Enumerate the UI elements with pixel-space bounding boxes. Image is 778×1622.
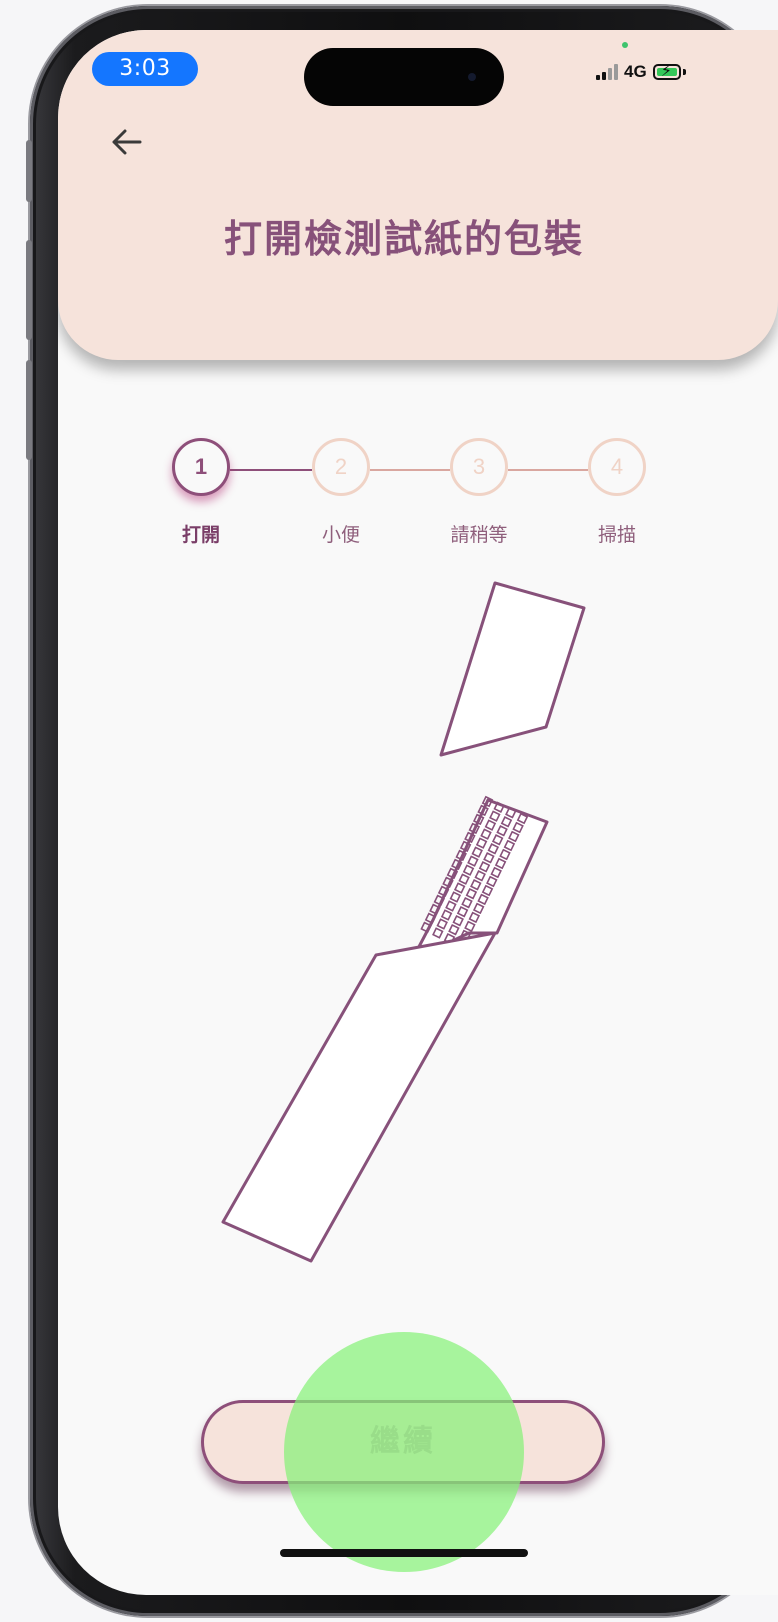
step-2-label: 小便 <box>321 524 360 546</box>
volume-down-button <box>26 360 32 460</box>
step-1-label: 打開 <box>181 524 220 546</box>
step-2-circle: 2 <box>312 438 370 496</box>
step-3-circle: 3 <box>450 438 508 496</box>
step-connector-1 <box>230 469 312 471</box>
touch-indicator <box>284 1332 524 1572</box>
cellular-signal-icon <box>596 64 618 80</box>
opened-test-strip-package-illustration <box>221 581 586 1263</box>
step-4-circle: 4 <box>588 438 646 496</box>
network-type: 4G <box>624 62 647 81</box>
arrow-left-icon <box>112 129 142 155</box>
step-connector-2 <box>370 469 450 471</box>
battery-charging-icon: ⚡ <box>652 63 681 80</box>
torn-package-top <box>439 581 586 757</box>
status-indicators: 4G ⚡ <box>596 60 686 84</box>
mute-switch <box>26 140 32 202</box>
app-screen: 3:03 4G ⚡ 打開檢測試紙的包裝 1 2 3 4 打開 小便 請稍等 掃描 <box>58 30 778 1595</box>
package-sleeve <box>221 931 497 1263</box>
home-indicator[interactable] <box>280 1549 528 1557</box>
camera-in-use-indicator <box>622 42 628 48</box>
page-title: 打開檢測試紙的包裝 <box>223 217 584 261</box>
back-button[interactable] <box>106 122 146 162</box>
step-connector-3 <box>508 469 588 471</box>
step-3-label: 請稍等 <box>450 524 508 546</box>
battery-tip <box>682 69 686 75</box>
volume-up-button <box>26 240 32 340</box>
header: 3:03 4G ⚡ 打開檢測試紙的包裝 <box>58 30 778 360</box>
progress-stepper: 1 2 3 4 打開 小便 請稍等 掃描 <box>58 400 778 546</box>
step-1-circle: 1 <box>172 438 230 496</box>
camera-dot <box>468 73 476 81</box>
status-time: 3:03 <box>92 52 198 86</box>
step-4-label: 掃描 <box>597 524 636 546</box>
